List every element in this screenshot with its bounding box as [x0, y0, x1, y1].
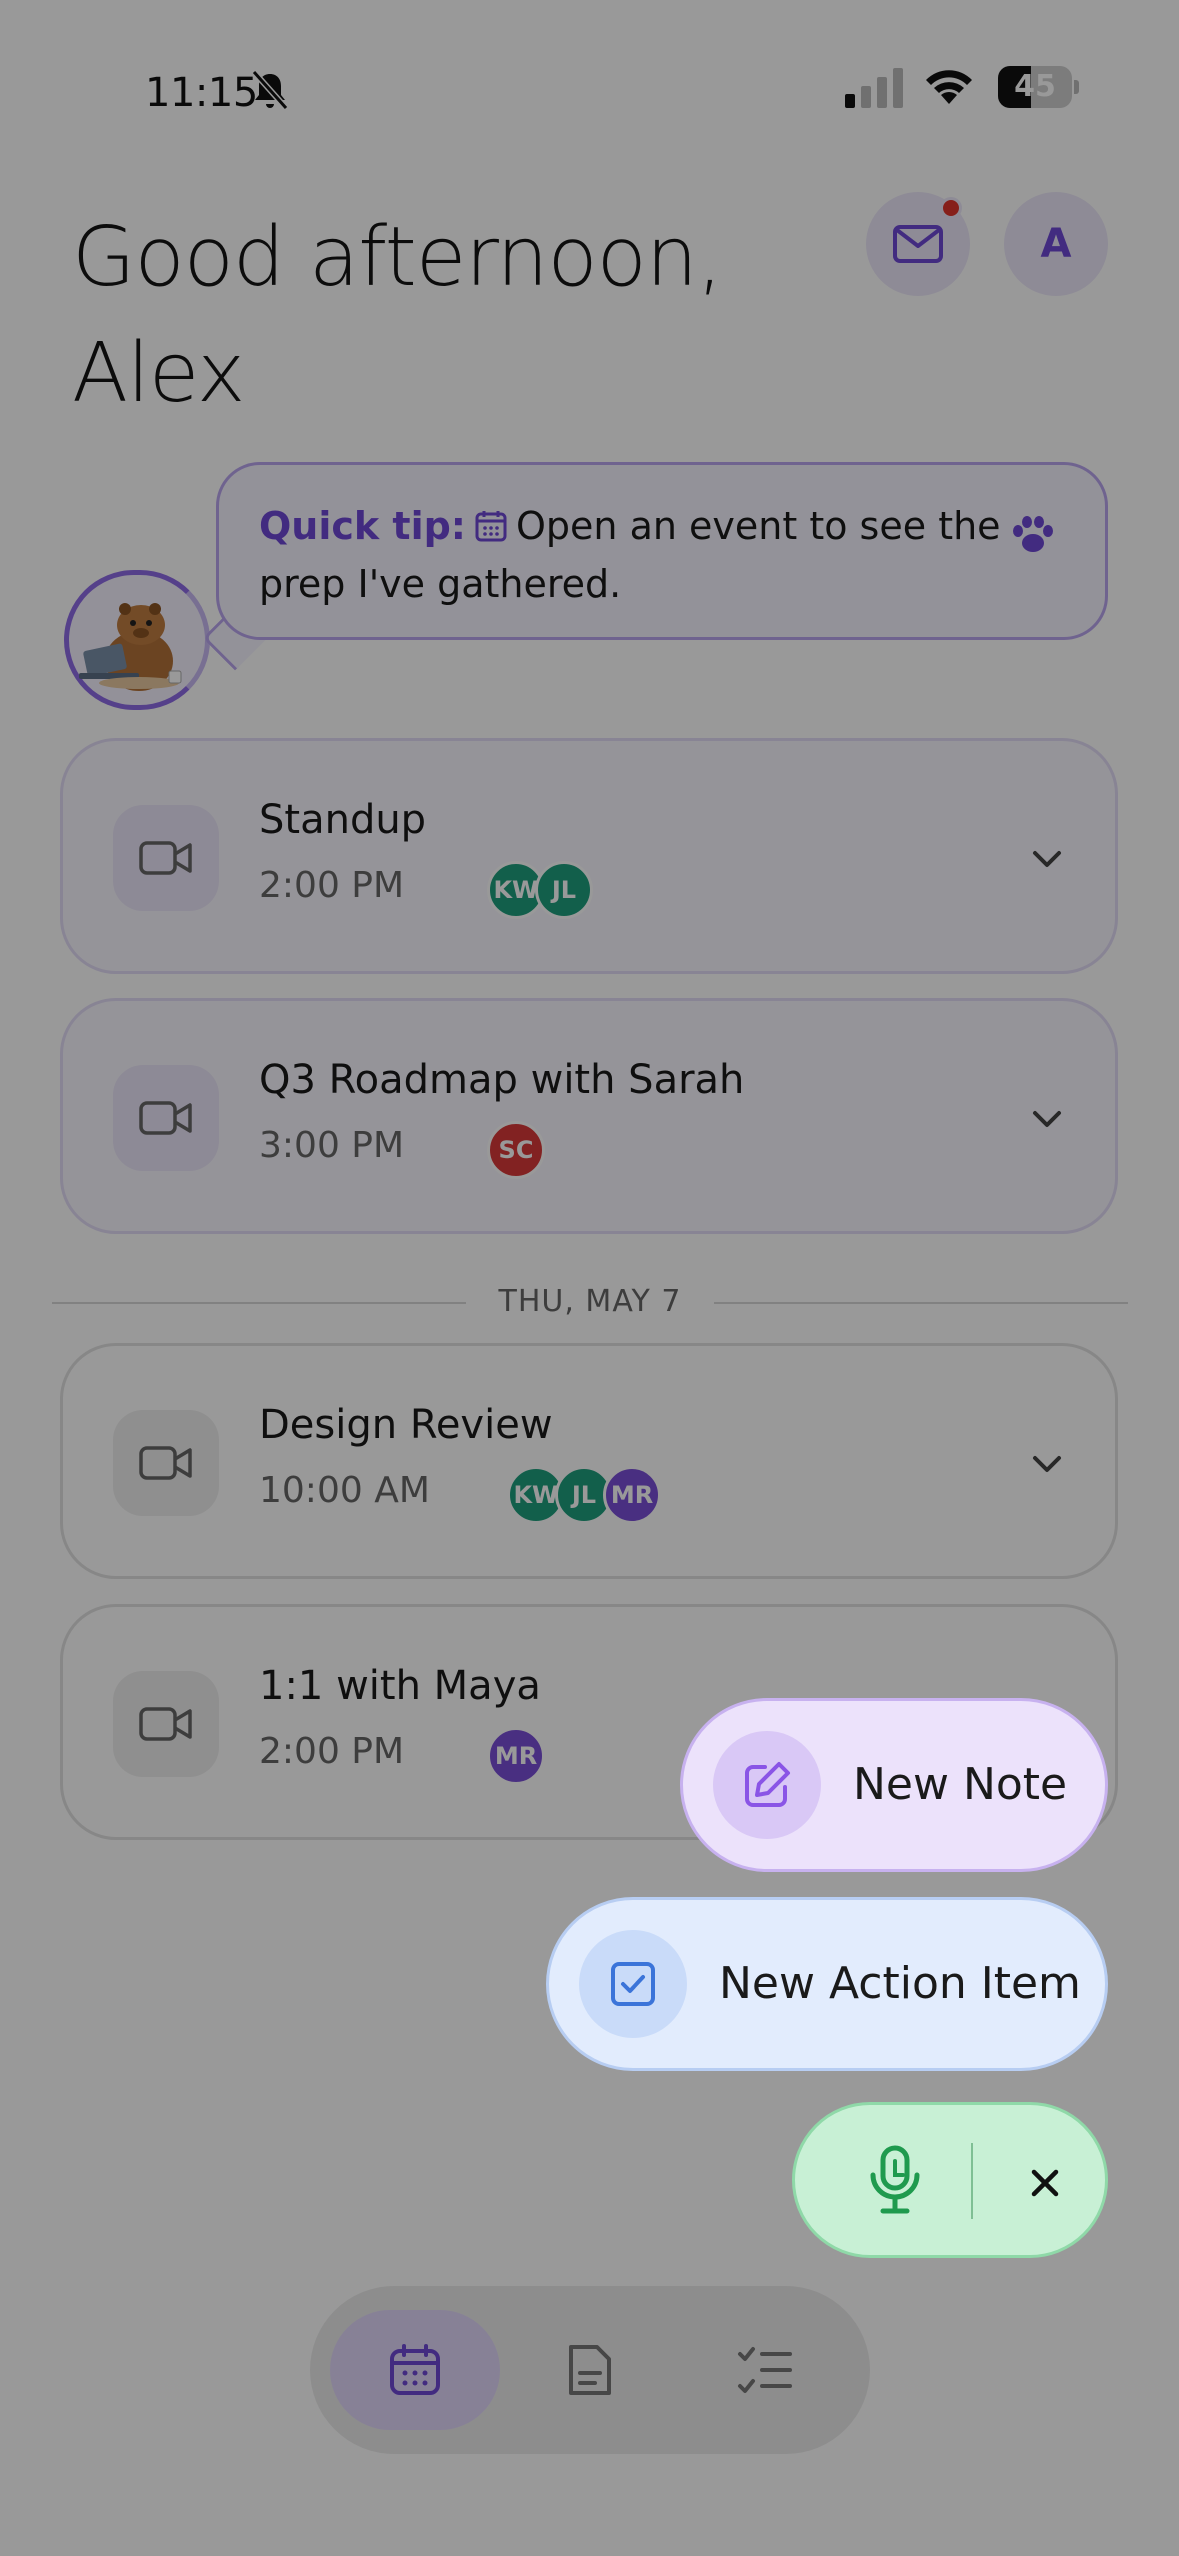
microphone-icon [870, 2145, 920, 2214]
record-button[interactable] [855, 2141, 935, 2221]
fab-record-close [792, 2102, 1108, 2258]
new-note-label: New Note [853, 1759, 1068, 1810]
new-action-item-label: New Action Item [719, 1958, 1081, 2009]
app-screen: 11:15 45 Good afternoon, Alex A Quick ti… [0, 0, 1179, 2556]
new-action-item-icon-circle [579, 1930, 687, 2038]
close-menu-button[interactable] [1005, 2143, 1085, 2223]
new-note-button[interactable]: New Note [680, 1698, 1108, 1872]
checkbox-icon [611, 1962, 655, 2006]
fab-separator [971, 2143, 973, 2219]
new-action-item-button[interactable]: New Action Item [546, 1897, 1108, 2071]
pencil-square-icon [745, 1762, 790, 1807]
new-note-icon-circle [713, 1731, 821, 1839]
close-icon [1031, 2169, 1059, 2197]
